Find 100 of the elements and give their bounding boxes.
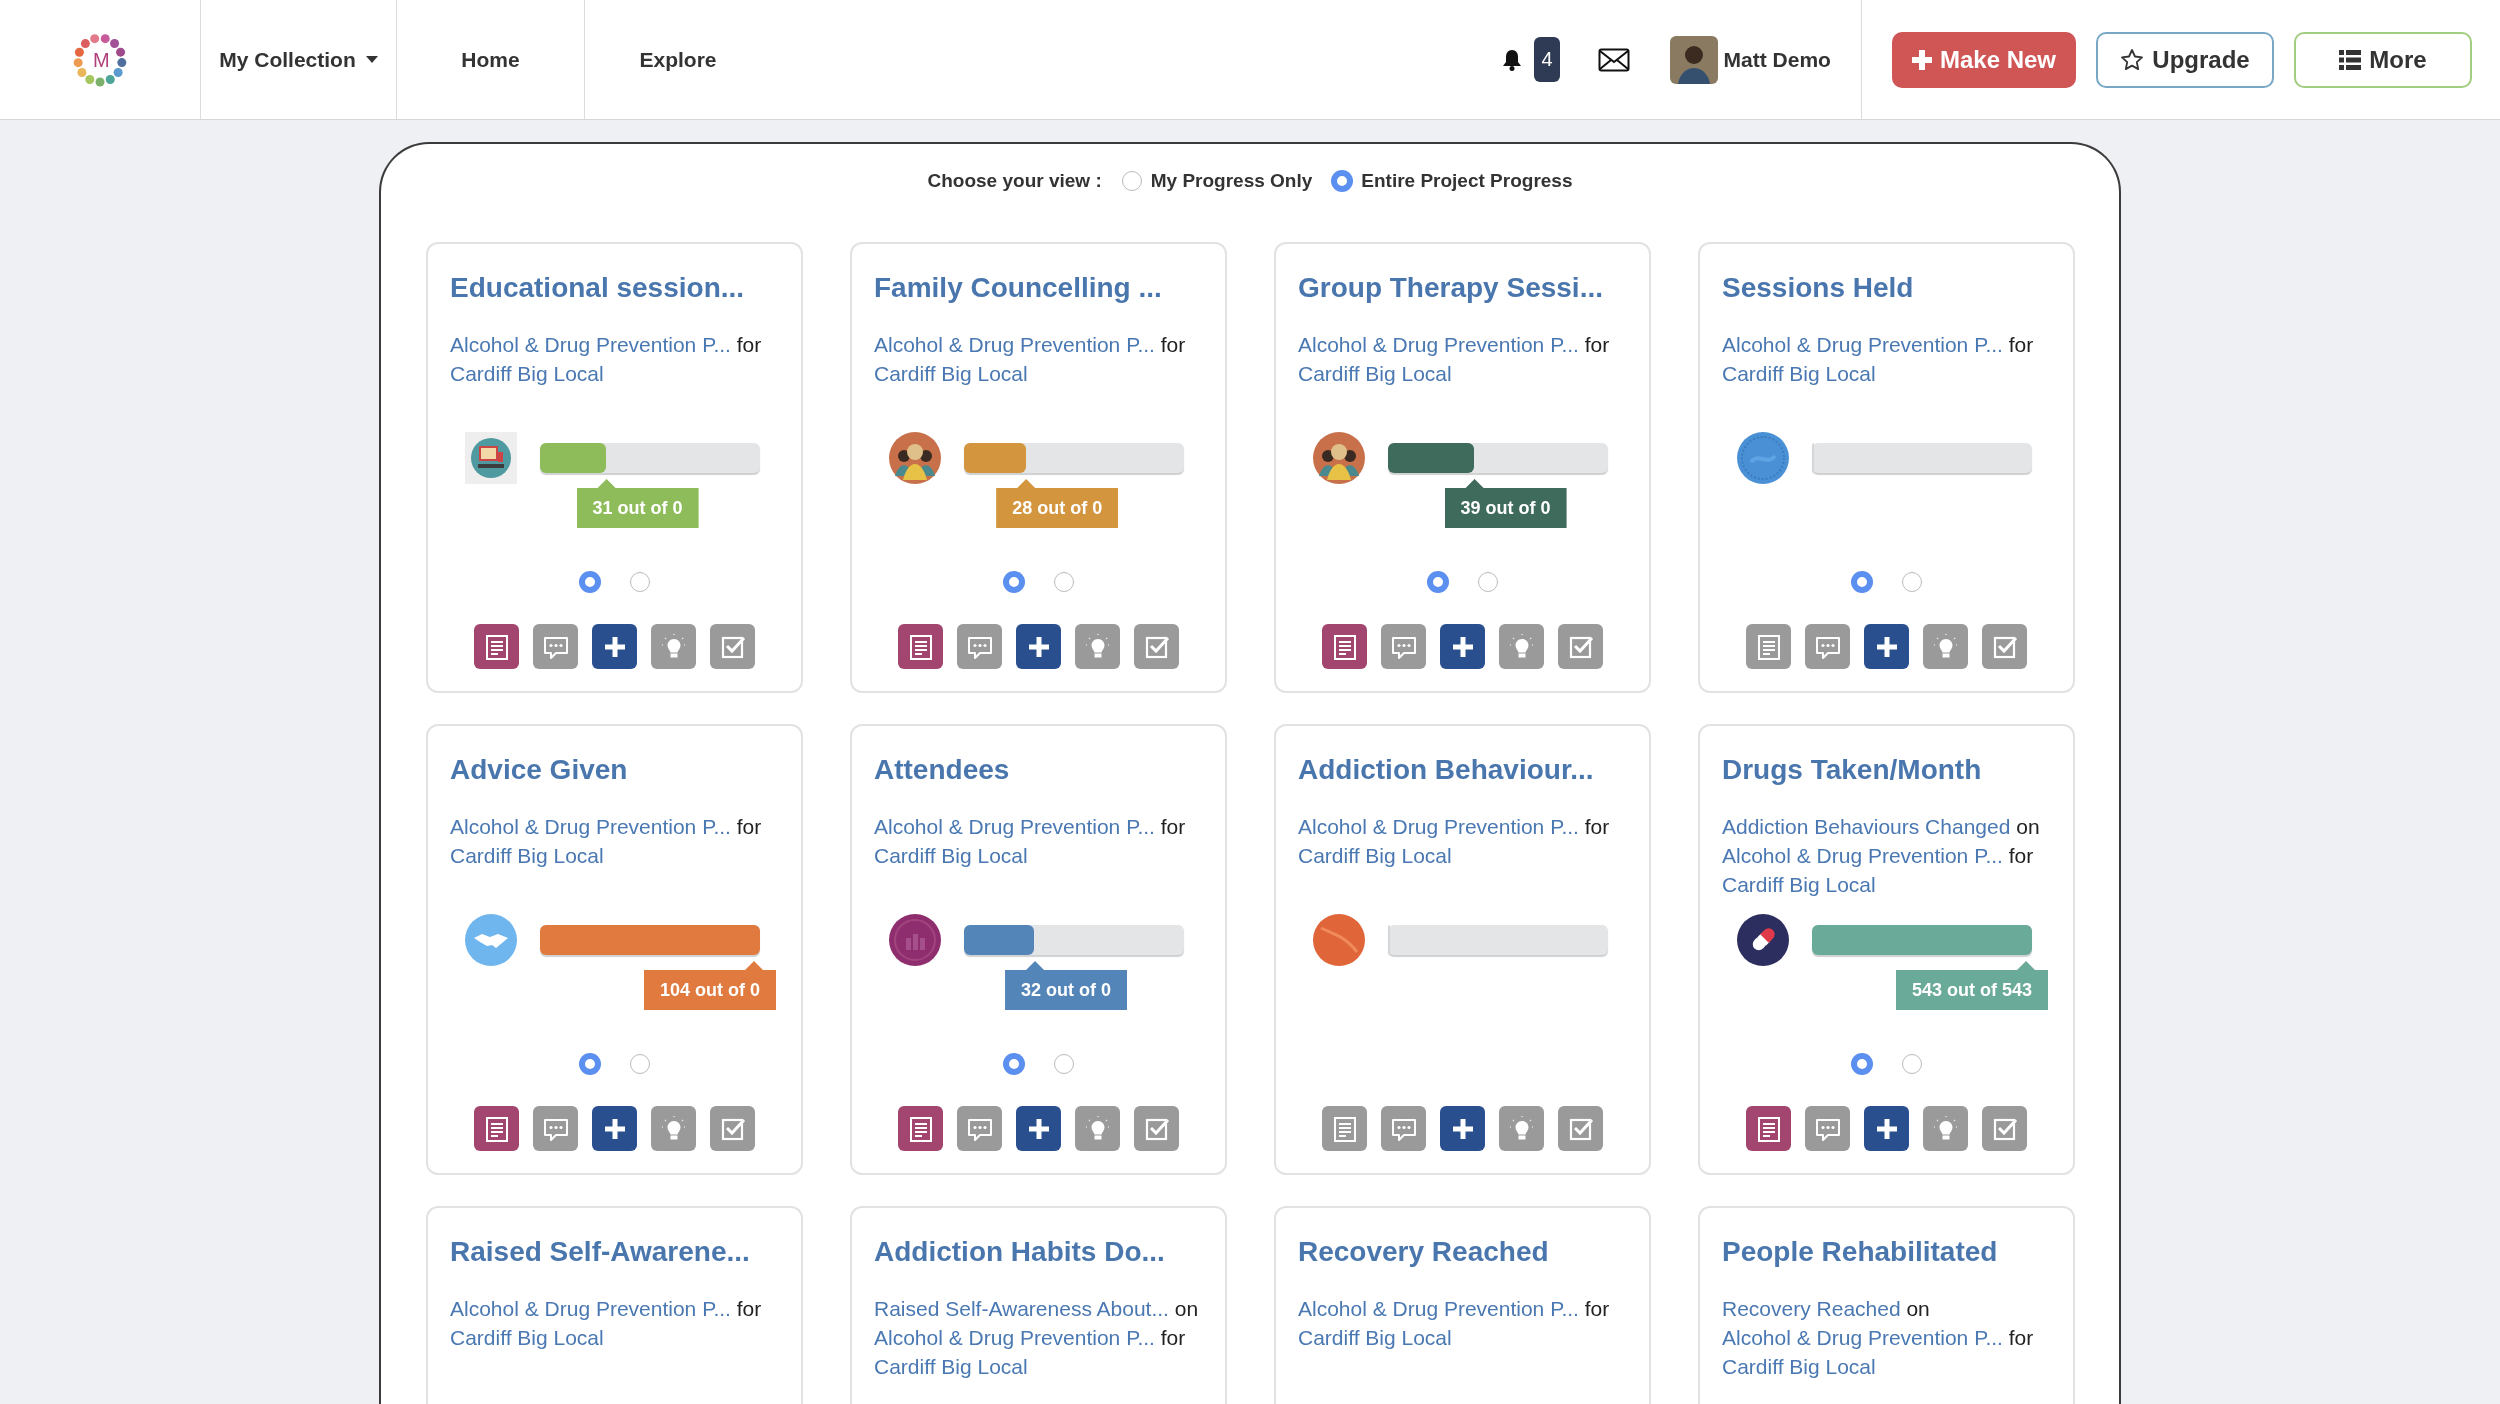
idea-button[interactable]	[651, 1106, 696, 1151]
project-link[interactable]: Cardiff Big Local	[1298, 362, 1452, 385]
page-dot[interactable]	[629, 572, 650, 592]
add-button[interactable]	[1440, 1106, 1485, 1151]
comment-button[interactable]	[957, 1106, 1002, 1151]
more-button[interactable]: More	[2294, 31, 2472, 88]
complete-button[interactable]	[1558, 1106, 1603, 1151]
nav-link[interactable]: Home	[396, 0, 584, 119]
comment-button[interactable]	[1381, 624, 1426, 669]
page-dot[interactable]	[1003, 572, 1024, 592]
complete-button[interactable]	[710, 1106, 755, 1151]
project-link[interactable]: Cardiff Big Local	[874, 1355, 1028, 1378]
notes-button[interactable]	[898, 624, 943, 669]
radio-button[interactable]	[1121, 171, 1142, 191]
comment-button[interactable]	[533, 1106, 578, 1151]
user-name[interactable]: Matt Demo	[1723, 47, 1831, 72]
add-button[interactable]	[1016, 624, 1061, 669]
project-link[interactable]: Alcohol & Drug Prevention P...	[1722, 333, 2003, 356]
card-title[interactable]: Sessions Held	[1722, 270, 2051, 306]
card-title[interactable]: Drugs Taken/Month	[1722, 752, 2051, 788]
project-link[interactable]: Cardiff Big Local	[1298, 844, 1452, 867]
notes-button[interactable]	[474, 1106, 519, 1151]
page-dot[interactable]	[1901, 572, 1922, 592]
page-dot[interactable]	[1901, 1054, 1922, 1074]
idea-button[interactable]	[1499, 1106, 1544, 1151]
project-link[interactable]: Alcohol & Drug Prevention P...	[1722, 1326, 2003, 1349]
project-link[interactable]: Alcohol & Drug Prevention P...	[1722, 844, 2003, 867]
complete-button[interactable]	[1558, 624, 1603, 669]
page-dot[interactable]	[1003, 1054, 1024, 1074]
project-link[interactable]: Raised Self-Awareness About...	[874, 1297, 1169, 1320]
project-link[interactable]: Cardiff Big Local	[1298, 1326, 1452, 1349]
nav-link[interactable]: Explore	[584, 0, 771, 119]
complete-button[interactable]	[1982, 624, 2027, 669]
card-title[interactable]: Raised Self-Awarene...	[450, 1234, 779, 1270]
card-title[interactable]: Addiction Behaviour...	[1298, 752, 1627, 788]
mail-icon[interactable]	[1597, 47, 1630, 72]
idea-button[interactable]	[1499, 624, 1544, 669]
project-link[interactable]: Alcohol & Drug Prevention P...	[1298, 333, 1579, 356]
make-new-button[interactable]: Make New	[1891, 31, 2076, 88]
project-link[interactable]: Alcohol & Drug Prevention P...	[874, 815, 1155, 838]
card-title[interactable]: Educational session...	[450, 270, 779, 306]
add-button[interactable]	[1864, 624, 1909, 669]
add-button[interactable]	[592, 1106, 637, 1151]
notes-button[interactable]	[1746, 624, 1791, 669]
page-dot[interactable]	[1427, 572, 1448, 592]
page-dot[interactable]	[579, 572, 600, 592]
page-dot[interactable]	[1851, 572, 1872, 592]
card-title[interactable]: Attendees	[874, 752, 1203, 788]
notes-button[interactable]	[474, 624, 519, 669]
complete-button[interactable]	[1982, 1106, 2027, 1151]
add-button[interactable]	[1864, 1106, 1909, 1151]
project-link[interactable]: Cardiff Big Local	[874, 362, 1028, 385]
project-link[interactable]: Alcohol & Drug Prevention P...	[450, 815, 731, 838]
page-dot[interactable]	[1053, 572, 1074, 592]
comment-button[interactable]	[1381, 1106, 1426, 1151]
project-link[interactable]: Cardiff Big Local	[450, 362, 604, 385]
upgrade-button[interactable]: Upgrade	[2096, 31, 2274, 88]
card-title[interactable]: Addiction Habits Do...	[874, 1234, 1203, 1270]
idea-button[interactable]	[1075, 1106, 1120, 1151]
project-link[interactable]: Recovery Reached	[1722, 1297, 1901, 1320]
project-link[interactable]: Alcohol & Drug Prevention P...	[874, 1326, 1155, 1349]
project-link[interactable]: Alcohol & Drug Prevention P...	[1298, 1297, 1579, 1320]
project-link[interactable]: Alcohol & Drug Prevention P...	[450, 1297, 731, 1320]
bell-icon[interactable]	[1502, 48, 1523, 71]
notes-button[interactable]	[1322, 624, 1367, 669]
project-link[interactable]: Cardiff Big Local	[1722, 1355, 1876, 1378]
radio-label[interactable]: Entire Project Progress	[1361, 170, 1573, 192]
add-button[interactable]	[592, 624, 637, 669]
page-dot[interactable]	[579, 1054, 600, 1074]
project-link[interactable]: Alcohol & Drug Prevention P...	[1298, 815, 1579, 838]
project-link[interactable]: Cardiff Big Local	[1722, 873, 1876, 896]
avatar[interactable]	[1669, 35, 1718, 84]
page-dot[interactable]	[1477, 572, 1498, 592]
project-link[interactable]: Alcohol & Drug Prevention P...	[450, 333, 731, 356]
card-title[interactable]: Group Therapy Sessi...	[1298, 270, 1627, 306]
project-link[interactable]: Addiction Behaviours Changed	[1722, 815, 2011, 838]
complete-button[interactable]	[1134, 1106, 1179, 1151]
notes-button[interactable]	[898, 1106, 943, 1151]
page-dot[interactable]	[1053, 1054, 1074, 1074]
add-button[interactable]	[1016, 1106, 1061, 1151]
idea-button[interactable]	[651, 624, 696, 669]
project-link[interactable]: Alcohol & Drug Prevention P...	[874, 333, 1155, 356]
idea-button[interactable]	[1923, 624, 1968, 669]
project-link[interactable]: Cardiff Big Local	[874, 844, 1028, 867]
page-dot[interactable]	[1851, 1054, 1872, 1074]
card-title[interactable]: Recovery Reached	[1298, 1234, 1627, 1270]
comment-button[interactable]	[957, 624, 1002, 669]
page-dot[interactable]	[629, 1054, 650, 1074]
card-title[interactable]: Advice Given	[450, 752, 779, 788]
idea-button[interactable]	[1075, 624, 1120, 669]
comment-button[interactable]	[1805, 1106, 1850, 1151]
comment-button[interactable]	[1805, 624, 1850, 669]
project-link[interactable]: Cardiff Big Local	[1722, 362, 1876, 385]
project-link[interactable]: Cardiff Big Local	[450, 844, 604, 867]
notes-button[interactable]	[1322, 1106, 1367, 1151]
project-link[interactable]: Cardiff Big Local	[450, 1326, 604, 1349]
complete-button[interactable]	[1134, 624, 1179, 669]
complete-button[interactable]	[710, 624, 755, 669]
card-title[interactable]: People Rehabilitated	[1722, 1234, 2051, 1270]
nav-link[interactable]: My Collection	[200, 0, 396, 119]
